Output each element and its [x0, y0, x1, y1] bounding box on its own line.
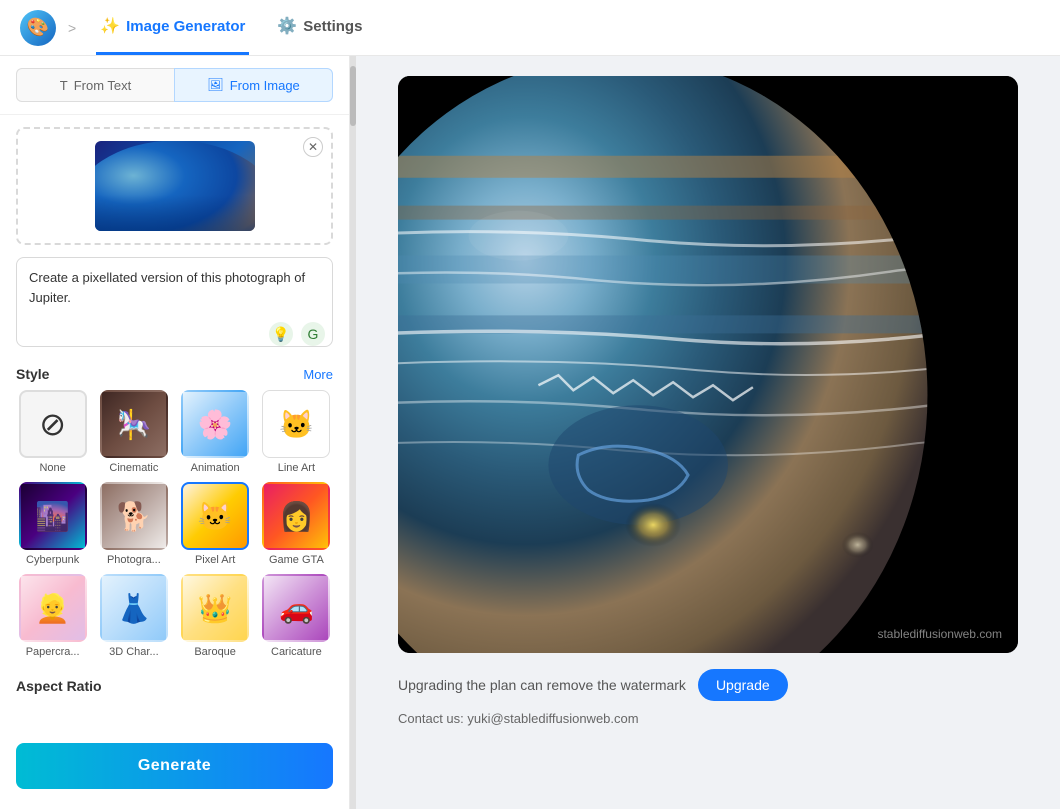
- image-tab-icon: 🖼: [207, 77, 224, 93]
- scrollbar-thumb: [350, 66, 356, 126]
- upgrade-text: Upgrading the plan can remove the waterm…: [398, 677, 686, 693]
- style-item-papercra[interactable]: 👱 Papercra...: [16, 574, 89, 658]
- style-item-caricature[interactable]: 🚗 Caricature: [260, 574, 333, 658]
- style-label-none: None: [39, 462, 65, 474]
- style-item-photography[interactable]: 🐕 Photogra...: [97, 482, 170, 566]
- prompt-area: Create a pixellated version of this phot…: [16, 257, 333, 346]
- style-item-none[interactable]: ⊘ None: [16, 390, 89, 474]
- app-nav: ✨ Image Generator ⚙️ Settings: [96, 0, 366, 55]
- style-item-baroque[interactable]: 👑 Baroque: [179, 574, 252, 658]
- aspect-ratio-section: Aspect Ratio: [0, 670, 349, 704]
- style-label-photography: Photogra...: [107, 554, 161, 566]
- jupiter-svg: [398, 76, 1018, 653]
- from-text-label: From Text: [74, 78, 132, 93]
- style-item-gta[interactable]: 👩 Game GTA: [260, 482, 333, 566]
- nav-settings[interactable]: ⚙️ Settings: [273, 0, 366, 55]
- image-upload-area[interactable]: ✕: [16, 127, 333, 245]
- style-thumb-gta: 👩: [262, 482, 330, 550]
- style-item-cinematic[interactable]: 🎠 Cinematic: [97, 390, 170, 474]
- lightbulb-button[interactable]: 💡: [269, 322, 293, 346]
- style-thumb-photography: 🐕: [100, 482, 168, 550]
- generated-image-container: stablediffusionweb.com Upgrading the pla…: [398, 76, 1018, 726]
- nav-image-generator[interactable]: ✨ Image Generator: [96, 0, 249, 55]
- style-item-3dchar[interactable]: 👗 3D Char...: [97, 574, 170, 658]
- generate-btn-area: Generate: [0, 731, 349, 809]
- from-image-label: From Image: [230, 78, 300, 93]
- right-panel: stablediffusionweb.com Upgrading the pla…: [356, 56, 1060, 809]
- tab-from-image[interactable]: 🖼 From Image: [174, 68, 333, 102]
- style-item-animation[interactable]: 🌸 Animation: [179, 390, 252, 474]
- contact-text: Contact us: yuki@stablediffusionweb.com: [398, 711, 639, 726]
- uploaded-image-preview: [95, 141, 255, 231]
- watermark: stablediffusionweb.com: [877, 627, 1002, 641]
- main-layout: T From Text 🖼 From Image ✕ Create a pixe…: [0, 56, 1060, 809]
- nav-image-generator-label: Image Generator: [126, 18, 245, 35]
- style-thumb-baroque: 👑: [181, 574, 249, 642]
- settings-icon: ⚙️: [277, 16, 297, 36]
- style-thumb-none: ⊘: [19, 390, 87, 458]
- upgrade-button[interactable]: Upgrade: [698, 669, 788, 701]
- style-item-lineart[interactable]: 🐱 Line Art: [260, 390, 333, 474]
- style-item-pixelart[interactable]: 🐱 Pixel Art: [179, 482, 252, 566]
- style-item-cyberpunk[interactable]: 🌆 Cyberpunk: [16, 482, 89, 566]
- style-label-lineart: Line Art: [278, 462, 315, 474]
- style-label-3dchar: 3D Char...: [109, 646, 159, 658]
- style-more-link[interactable]: More: [303, 367, 333, 382]
- jupiter-generated-bg: stablediffusionweb.com: [398, 76, 1018, 653]
- style-thumb-pixelart: 🐱: [181, 482, 249, 550]
- aspect-ratio-title: Aspect Ratio: [16, 678, 102, 694]
- style-label-baroque: Baroque: [194, 646, 236, 658]
- text-tab-icon: T: [60, 78, 68, 93]
- breadcrumb-sep: >: [68, 20, 76, 36]
- app-logo: 🎨: [20, 10, 56, 46]
- style-label-pixelart: Pixel Art: [195, 554, 235, 566]
- style-label-gta: Game GTA: [269, 554, 324, 566]
- prompt-tools: 💡 G: [16, 322, 333, 346]
- style-title: Style: [16, 366, 49, 382]
- style-label-papercra: Papercra...: [26, 646, 80, 658]
- upgrade-section: Upgrading the plan can remove the waterm…: [398, 669, 1018, 701]
- left-panel-scrollbar[interactable]: [350, 56, 356, 809]
- app-header: 🎨 > ✨ Image Generator ⚙️ Settings: [0, 0, 1060, 56]
- remove-image-button[interactable]: ✕: [303, 137, 323, 157]
- style-thumb-cinematic: 🎠: [100, 390, 168, 458]
- style-grid: ⊘ None 🎠 Cinematic 🌸 Animation 🐱: [0, 390, 349, 670]
- style-thumb-caricature: 🚗: [262, 574, 330, 642]
- grammar-check-button[interactable]: G: [301, 322, 325, 346]
- style-thumb-cyberpunk: 🌆: [19, 482, 87, 550]
- style-thumb-3dchar: 👗: [100, 574, 168, 642]
- left-panel: T From Text 🖼 From Image ✕ Create a pixe…: [0, 56, 350, 809]
- style-thumb-lineart: 🐱: [262, 390, 330, 458]
- image-gen-icon: ✨: [100, 16, 120, 36]
- style-section-header: Style More: [0, 358, 349, 390]
- style-label-cyberpunk: Cyberpunk: [26, 554, 79, 566]
- style-label-caricature: Caricature: [271, 646, 322, 658]
- uploaded-jupiter-sphere: [95, 141, 255, 231]
- style-thumb-papercra: 👱: [19, 574, 87, 642]
- style-thumb-animation: 🌸: [181, 390, 249, 458]
- style-label-cinematic: Cinematic: [109, 462, 158, 474]
- nav-settings-label: Settings: [303, 18, 362, 35]
- tab-from-text[interactable]: T From Text: [16, 68, 174, 102]
- contact-section: Contact us: yuki@stablediffusionweb.com: [398, 711, 1018, 726]
- style-label-animation: Animation: [191, 462, 240, 474]
- tab-switcher: T From Text 🖼 From Image: [0, 56, 349, 115]
- generate-button[interactable]: Generate: [16, 743, 333, 789]
- generated-image: stablediffusionweb.com: [398, 76, 1018, 653]
